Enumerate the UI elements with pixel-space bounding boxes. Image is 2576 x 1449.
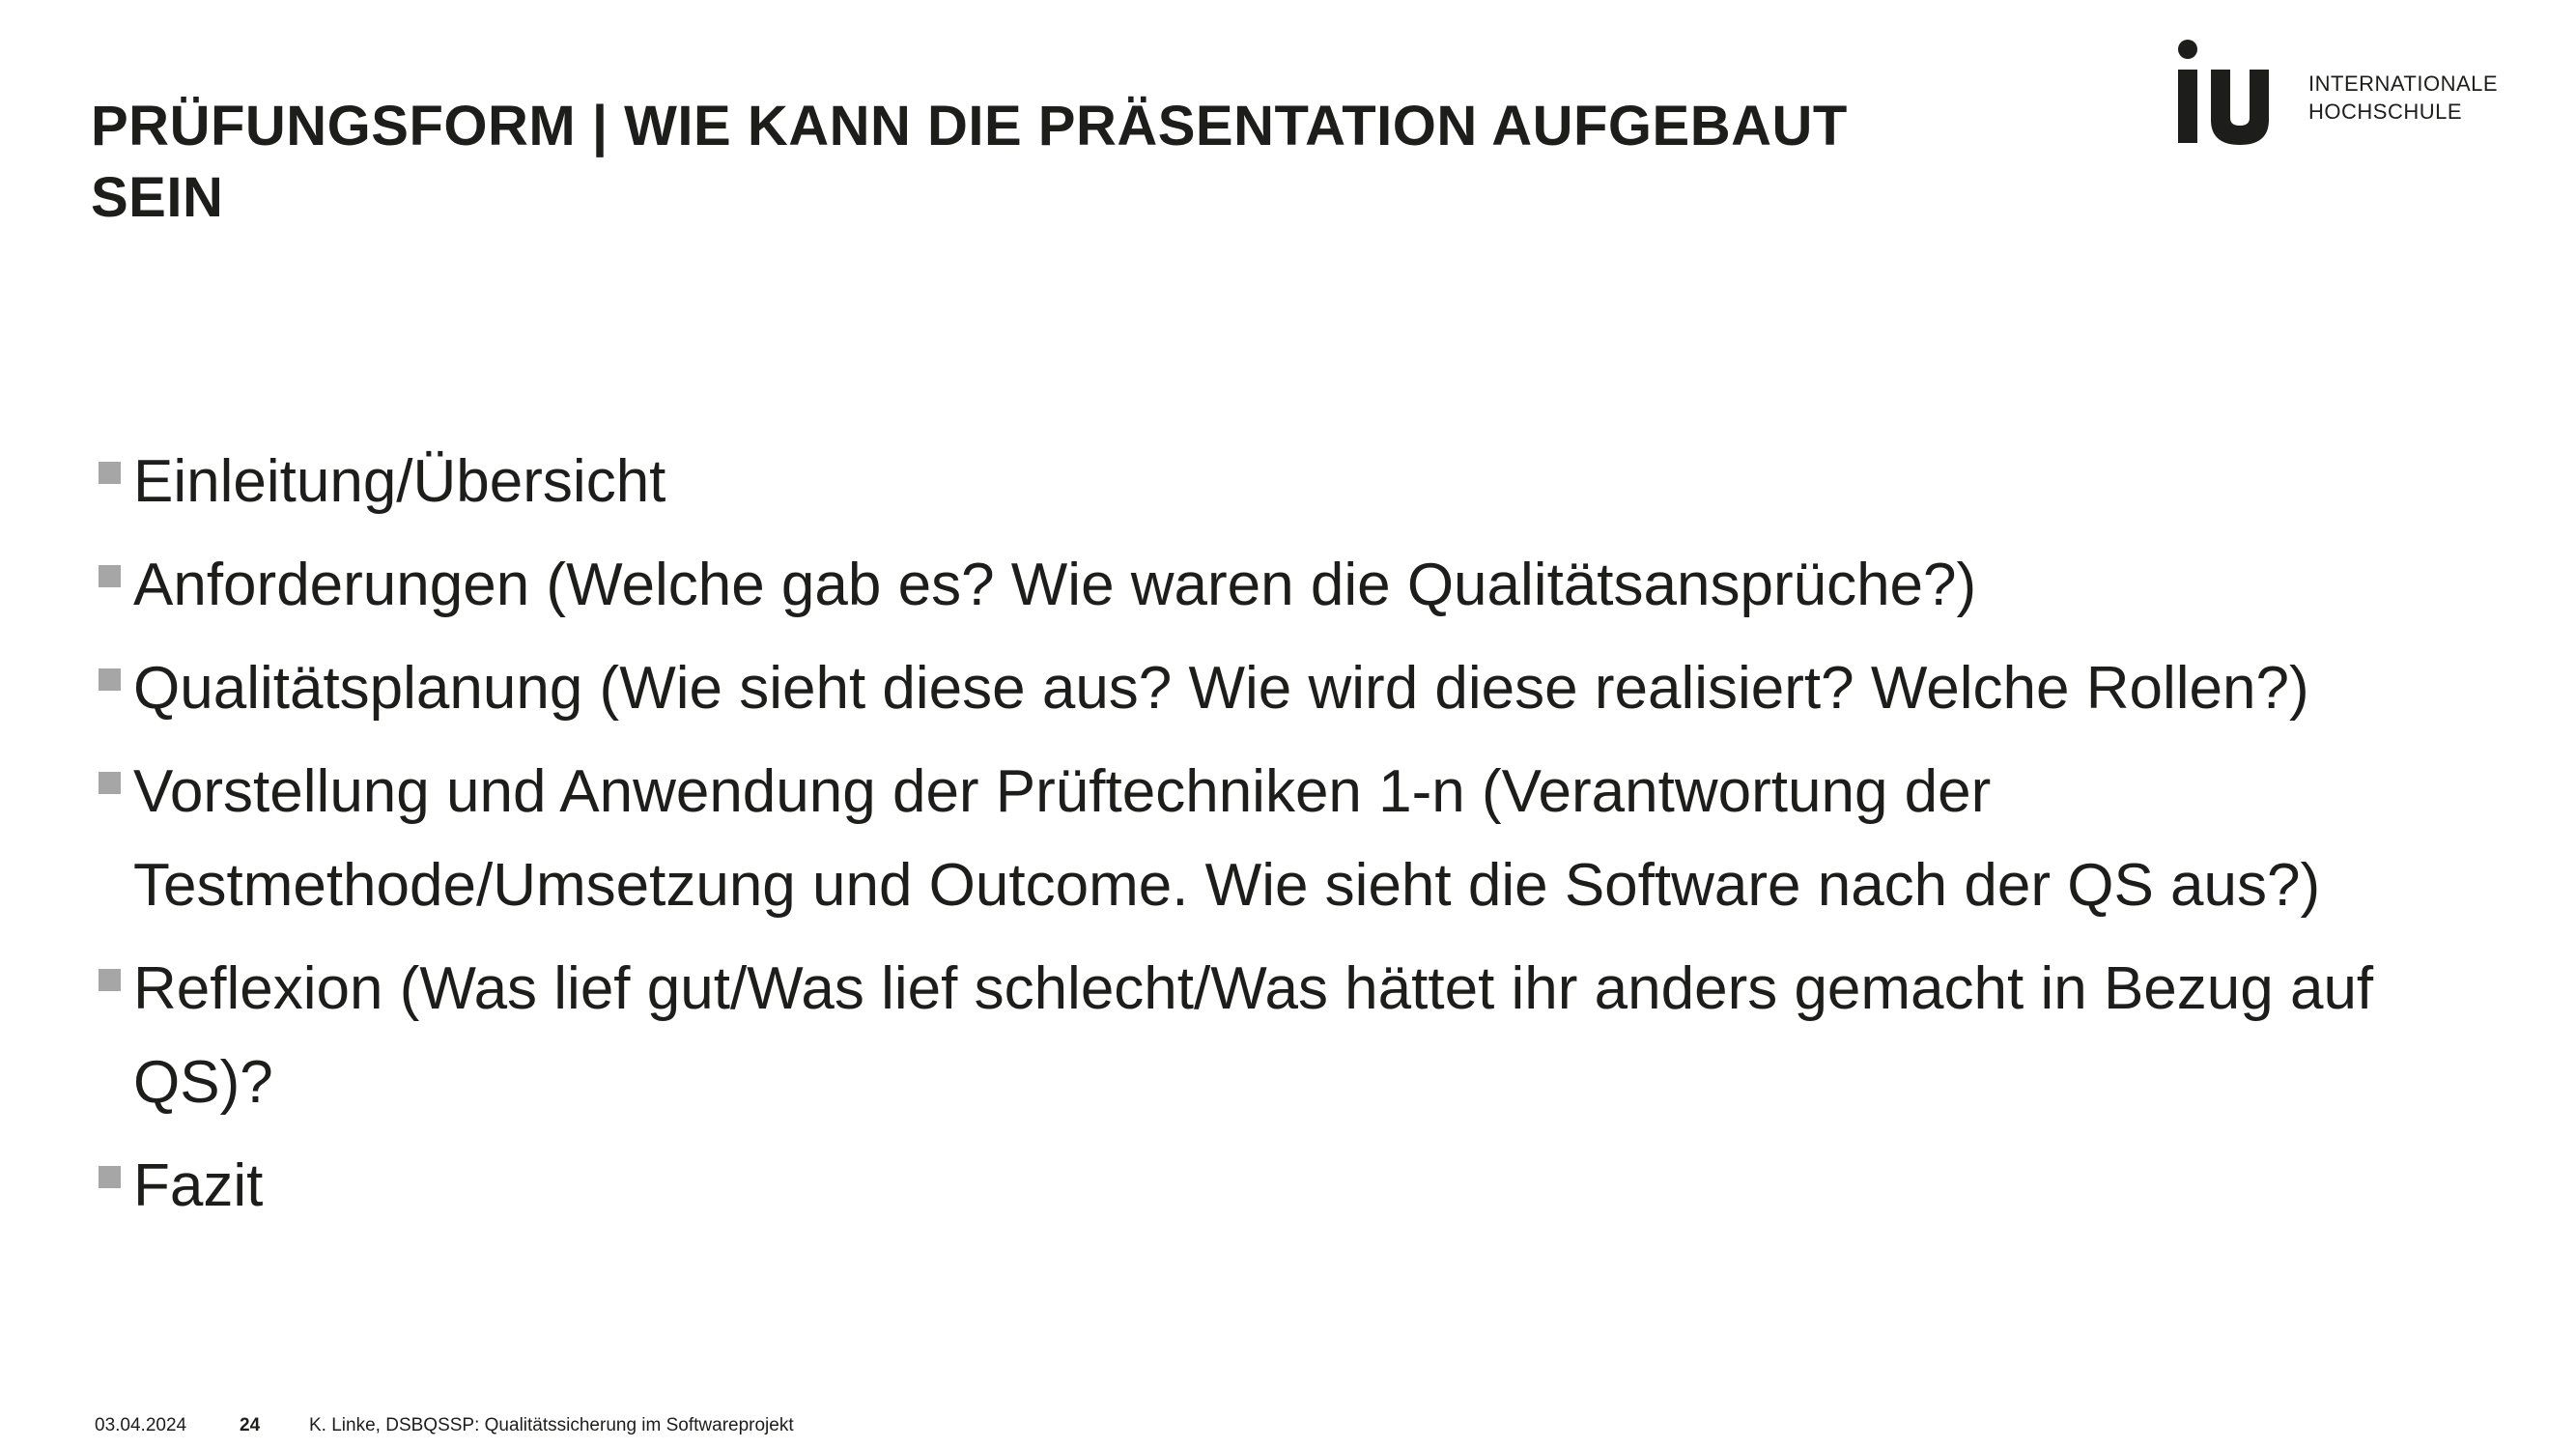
bullet-item-reflection: Reflexion (Was lief gut/Was lief schlech… bbox=[97, 942, 2490, 1129]
bullet-item-test-techniques: Vorstellung und Anwendung der Prüftechni… bbox=[97, 745, 2490, 932]
square-bullet-icon bbox=[99, 462, 121, 484]
bullet-item-quality-planning: Qualitätsplanung (Wie sieht diese aus? W… bbox=[97, 641, 2490, 735]
iu-logo-text: INTERNATIONALE HOCHSCHULE bbox=[2308, 70, 2498, 126]
square-bullet-icon bbox=[99, 1166, 121, 1188]
slide-title: PRÜFUNGSFORM | WIE KANN DIE PRÄSENTATION… bbox=[91, 95, 1848, 229]
footer-page-number: 24 bbox=[240, 1415, 261, 1435]
footer-course-title: : Qualitätssicherung im Softwareprojekt bbox=[474, 1415, 794, 1435]
iu-logo: INTERNATIONALE HOCHSCHULE bbox=[2178, 37, 2506, 162]
footer-author: K. Linke, bbox=[309, 1415, 386, 1435]
bullet-text: Fazit bbox=[133, 1152, 264, 1219]
square-bullet-icon bbox=[99, 772, 121, 794]
bullet-text: Reflexion (Was lief gut/Was lief schlech… bbox=[133, 955, 2374, 1116]
bullet-text: Anforderungen (Welche gab es? Wie waren … bbox=[133, 552, 1977, 618]
logo-line-2: HOCHSCHULE bbox=[2308, 99, 2463, 124]
bullet-text: Vorstellung und Anwendung der Prüftechni… bbox=[133, 758, 2321, 919]
square-bullet-icon bbox=[99, 565, 121, 587]
bullet-item-conclusion: Fazit bbox=[97, 1139, 2490, 1233]
iu-logo-mark bbox=[2178, 40, 2269, 145]
logo-line-1: INTERNATIONALE bbox=[2308, 71, 2499, 96]
footer-date: 03.04.2024 bbox=[95, 1415, 187, 1435]
bullet-text: Einleitung/Übersicht bbox=[133, 448, 666, 515]
bullet-item-introduction: Einleitung/Übersicht bbox=[97, 435, 2490, 528]
bullet-list: Einleitung/Übersicht Anforderungen (Welc… bbox=[97, 435, 2415, 1242]
square-bullet-icon bbox=[99, 969, 121, 991]
bullet-item-requirements: Anforderungen (Welche gab es? Wie waren … bbox=[97, 538, 2490, 632]
bullet-text: Qualitätsplanung (Wie sieht diese aus? W… bbox=[133, 655, 2309, 722]
slide-footer: 03.04.2024 24 K. Linke, DSBQSSP: Qualitäts… bbox=[95, 1414, 794, 1437]
footer-course-code: DSBQSSP bbox=[385, 1415, 475, 1435]
square-bullet-icon bbox=[99, 668, 121, 691]
